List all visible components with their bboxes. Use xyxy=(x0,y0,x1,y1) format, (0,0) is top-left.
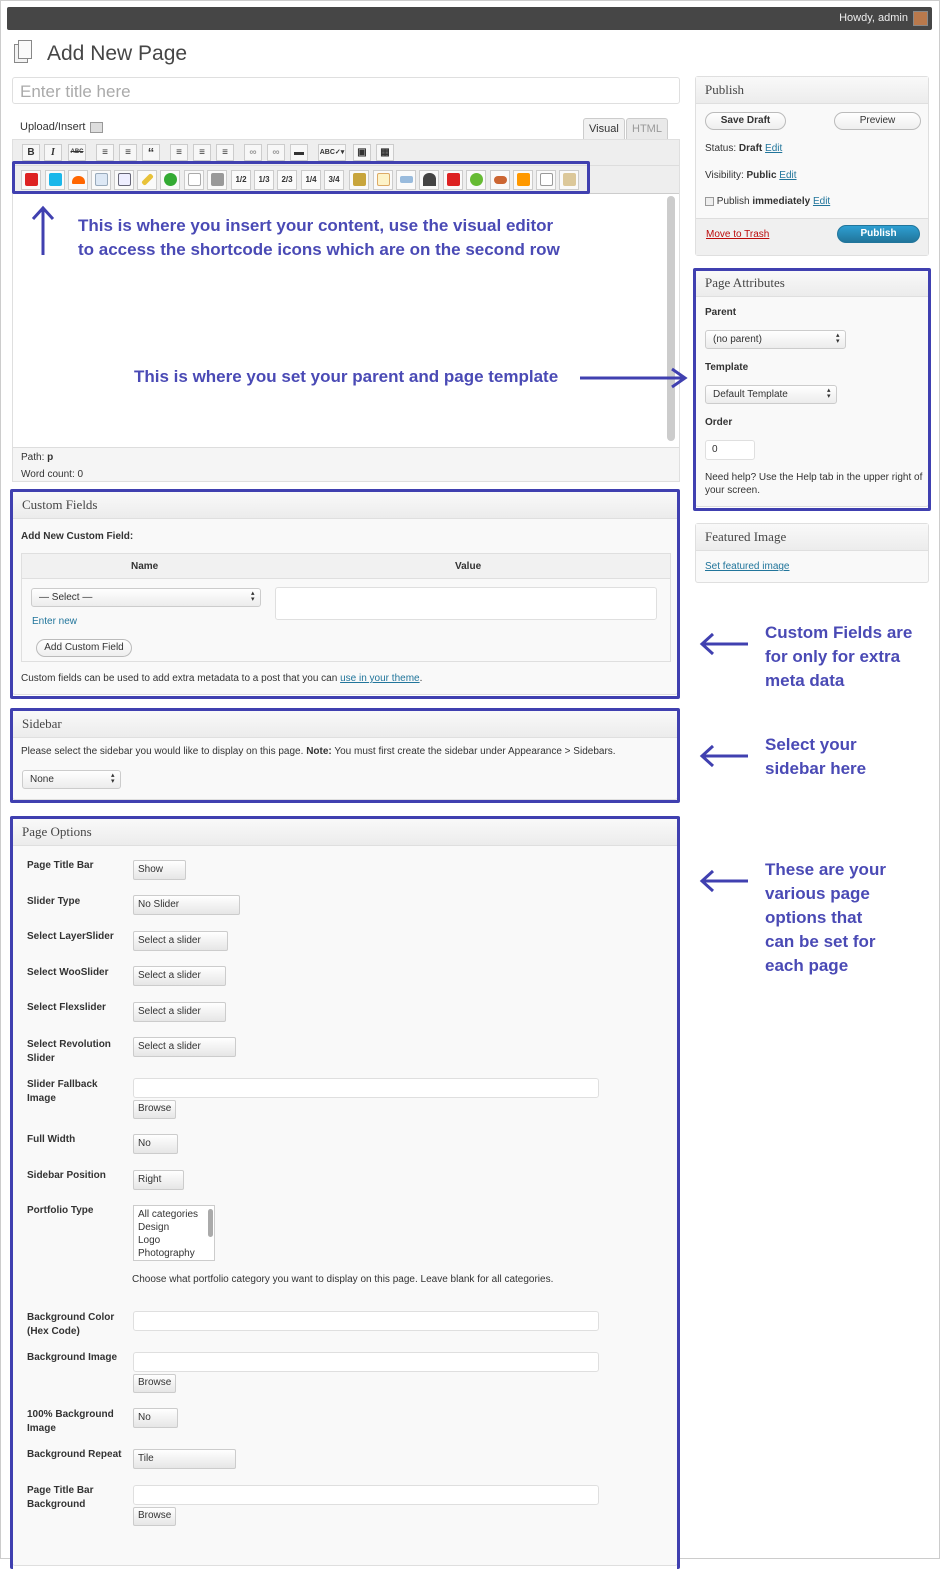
annotation-custom-fields-text: Custom Fields are for only for extra meta … xyxy=(765,621,912,693)
page-title: Add New Page xyxy=(47,42,188,65)
annotation-page-attributes-outline xyxy=(693,268,931,511)
fullscreen-button[interactable]: ▣ xyxy=(353,144,371,161)
annotation-sidebar-outline xyxy=(10,708,680,803)
publish-heading[interactable]: Publish xyxy=(696,77,928,104)
annotation-custom-line1: Custom Fields are xyxy=(765,623,913,642)
right-arrow-icon xyxy=(580,367,688,389)
annotation-options-line2: various page xyxy=(765,884,870,903)
strikethrough-button[interactable]: ABC xyxy=(68,144,86,161)
set-featured-image-link[interactable]: Set featured image xyxy=(705,561,790,572)
upload-insert[interactable]: Upload/Insert xyxy=(20,121,104,133)
visibility-row: Visibility: Public Edit xyxy=(705,170,797,181)
status-row: Status: Draft Edit xyxy=(705,143,782,154)
annotation-shortcode-row-outline xyxy=(12,161,590,194)
annotation-sidebar-line1: Select your xyxy=(765,735,857,754)
annotation-parent-text: This is where you set your parent and pa… xyxy=(134,367,559,386)
annotation-page-options-outline xyxy=(10,816,680,1569)
edit-publish-date-link[interactable]: Edit xyxy=(813,196,830,207)
edit-visibility-link[interactable]: Edit xyxy=(779,170,796,181)
tab-html[interactable]: HTML xyxy=(626,118,668,139)
annotation-options-line3: options that xyxy=(765,908,863,927)
left-arrow-icon xyxy=(699,869,748,893)
publish-box: Publish Save Draft Preview Status: Draft… xyxy=(695,76,929,256)
publish-date-row: Publish immediately Edit xyxy=(705,196,830,207)
featured-image-heading[interactable]: Featured Image xyxy=(696,524,928,551)
annotation-sidebar-text: Select your sidebar here xyxy=(765,733,866,781)
calendar-icon xyxy=(705,196,714,206)
publish-value: immediately xyxy=(752,196,811,207)
annotation-options-line4: can be set for xyxy=(765,932,876,951)
align-right-button[interactable]: ≡ xyxy=(216,144,234,161)
title-input[interactable]: Enter title here xyxy=(12,77,680,104)
save-draft-button[interactable]: Save Draft xyxy=(705,112,786,130)
bold-button[interactable]: B xyxy=(22,144,40,161)
howdy-user-link[interactable]: Howdy, admin xyxy=(839,12,908,24)
editor-status-bar: Path: p Word count: 0 xyxy=(13,447,679,481)
annotation-content-text: This is where you insert your content, u… xyxy=(78,214,560,262)
left-arrow-icon xyxy=(699,744,748,768)
edit-status-link[interactable]: Edit xyxy=(765,143,782,154)
visibility-value: Public xyxy=(746,170,777,181)
move-to-trash-link[interactable]: Move to Trash xyxy=(706,229,769,240)
align-center-button[interactable]: ≡ xyxy=(193,144,211,161)
preview-button[interactable]: Preview xyxy=(834,112,921,130)
annotation-content-line1: This is where you insert your content, u… xyxy=(78,216,554,235)
visibility-label: Visibility: xyxy=(705,170,744,181)
status-label: Status: xyxy=(705,143,737,154)
annotation-page-options-text: These are your various page options that ca… xyxy=(765,858,886,978)
align-left-button[interactable]: ≡ xyxy=(170,144,188,161)
editor-scrollbar[interactable] xyxy=(667,196,675,441)
unlink-button[interactable]: ∞ xyxy=(267,144,285,161)
insert-link-button[interactable]: ∞ xyxy=(244,144,262,161)
annotation-custom-line3: meta data xyxy=(765,671,845,690)
spellcheck-button[interactable]: ABC✓▾ xyxy=(318,144,346,161)
annotation-options-line5: each page xyxy=(765,956,849,975)
upload-insert-label: Upload/Insert xyxy=(20,121,86,133)
annotation-content-line2: to access the shortcode icons which are … xyxy=(78,240,560,259)
up-arrow-icon xyxy=(31,205,55,255)
numbered-list-button[interactable]: ≡ xyxy=(119,144,137,161)
annotation-custom-line2: for only for extra xyxy=(765,647,901,666)
featured-image-box: Featured Image Set featured image xyxy=(695,523,929,583)
path-indicator: Path: p xyxy=(21,452,53,463)
word-count: Word count: 0 xyxy=(21,469,84,480)
path-label: Path: xyxy=(21,452,45,463)
kitchen-sink-button[interactable]: ▦ xyxy=(376,144,394,161)
add-media-icon[interactable] xyxy=(90,121,104,133)
insert-more-button[interactable]: ▬ xyxy=(290,144,308,161)
status-value: Draft xyxy=(738,143,763,154)
left-arrow-icon xyxy=(699,632,748,656)
annotation-sidebar-line2: sidebar here xyxy=(765,759,867,778)
bullet-list-button[interactable]: ≡ xyxy=(96,144,114,161)
publish-label: Publish xyxy=(716,196,750,207)
tab-visual[interactable]: Visual xyxy=(583,118,625,139)
publish-button[interactable]: Publish xyxy=(837,225,920,243)
user-avatar[interactable] xyxy=(913,11,928,26)
path-value[interactable]: p xyxy=(47,452,53,463)
italic-button[interactable]: I xyxy=(44,144,62,161)
pages-icon xyxy=(14,40,34,66)
blockquote-button[interactable]: “ xyxy=(142,144,160,161)
annotation-custom-fields-outline xyxy=(10,489,680,699)
annotation-options-line1: These are your xyxy=(765,860,886,879)
admin-bar: Howdy, admin xyxy=(7,7,932,30)
